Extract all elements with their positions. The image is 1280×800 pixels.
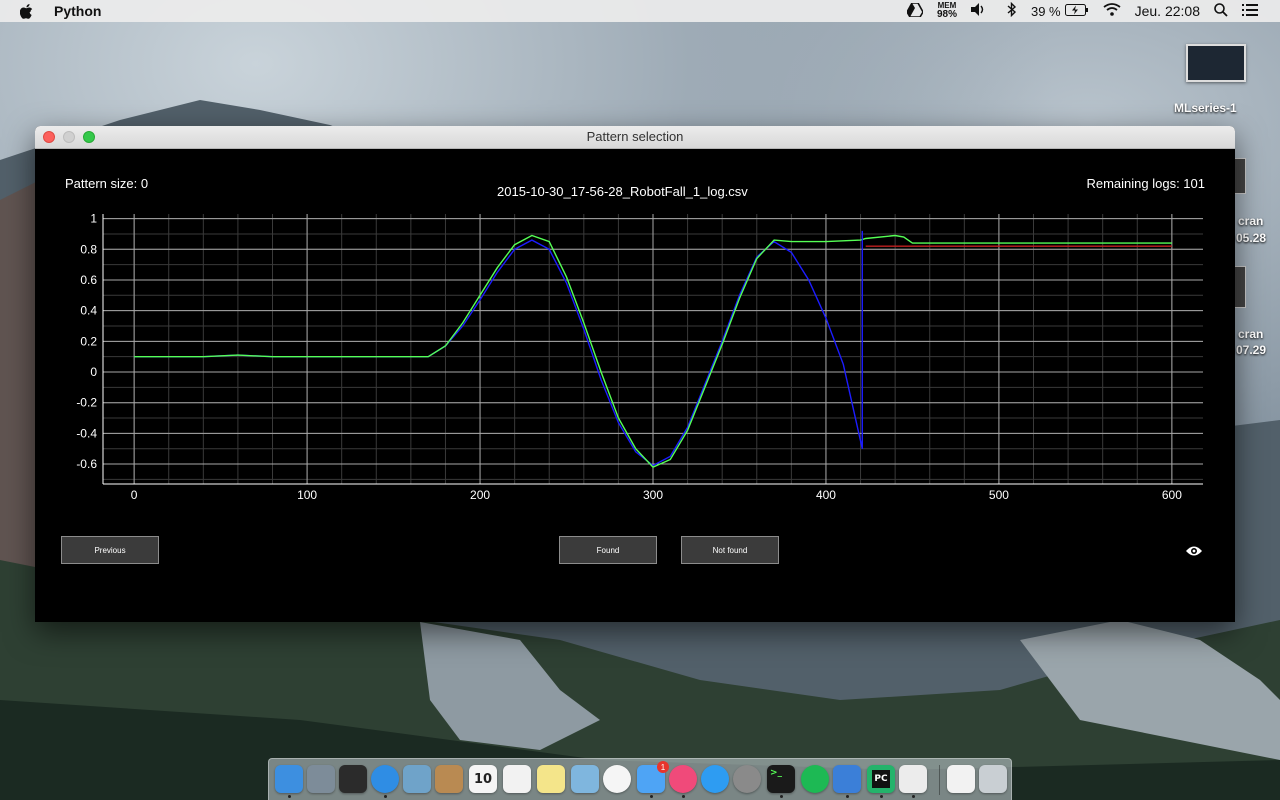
contacts-icon[interactable] — [435, 765, 463, 793]
wifi-icon[interactable] — [1103, 3, 1121, 19]
side-fragment-1: cran — [1238, 214, 1264, 228]
system-preferences-icon[interactable] — [733, 765, 761, 793]
running-indicator — [650, 795, 653, 798]
finder-icon[interactable] — [275, 765, 303, 793]
app-name-menu[interactable]: Python — [54, 3, 101, 19]
x-tick-label: 0 — [131, 488, 138, 502]
x-tick-label: 200 — [470, 488, 490, 502]
app-store-icon[interactable] — [701, 765, 729, 793]
running-indicator — [780, 795, 783, 798]
apple-icon[interactable] — [20, 3, 34, 19]
keynote-icon[interactable] — [833, 765, 861, 793]
calendar-day: 10 — [473, 771, 493, 787]
memory-indicator[interactable]: MEM 98% — [937, 2, 957, 20]
list-icon[interactable] — [1242, 3, 1258, 19]
y-tick-label: 0.2 — [80, 334, 97, 348]
series-line-1 — [134, 239, 863, 467]
safari-icon[interactable] — [371, 765, 399, 793]
battery-percent[interactable]: 39 % — [1031, 4, 1061, 19]
launchpad-icon[interactable] — [307, 765, 335, 793]
y-tick-label: -0.2 — [76, 396, 97, 410]
photos-icon[interactable] — [603, 765, 631, 793]
dock-separator — [939, 765, 940, 795]
dashboard-icon[interactable] — [339, 765, 367, 793]
notification-badge: 1 — [657, 761, 669, 773]
photos-app-icon[interactable] — [571, 765, 599, 793]
x-tick-label: 100 — [297, 488, 317, 502]
menu-bar: Python MEM 98% 39 % Jeu. 22:08 — [0, 0, 1280, 22]
mem-value: 98% — [936, 9, 957, 20]
preview-icon[interactable] — [403, 765, 431, 793]
bluetooth-icon[interactable] — [1007, 1, 1017, 20]
file-label[interactable]: MLseries-1 — [1174, 101, 1237, 115]
y-tick-label: 0.4 — [80, 304, 97, 318]
x-tick-label: 400 — [816, 488, 836, 502]
trash-icon[interactable] — [979, 765, 1007, 793]
clock[interactable]: Jeu. 22:08 — [1135, 3, 1200, 19]
side-fragment-4: 07.29 — [1236, 343, 1267, 357]
reminders-icon[interactable] — [503, 765, 531, 793]
dock: 10 1 >_ PC — [268, 758, 1012, 800]
google-drive-icon[interactable] — [906, 1, 924, 20]
notes-icon[interactable] — [537, 765, 565, 793]
y-tick-label: 1 — [90, 212, 97, 226]
running-indicator — [880, 795, 883, 798]
x-tick-label: 300 — [643, 488, 663, 502]
y-tick-label: 0.6 — [80, 273, 97, 287]
pycharm-icon[interactable]: PC — [867, 765, 895, 793]
found-button[interactable]: Found — [559, 536, 657, 564]
y-tick-label: -0.4 — [76, 426, 97, 440]
not-found-button[interactable]: Not found — [681, 536, 779, 564]
running-indicator — [912, 795, 915, 798]
x-tick-label: 500 — [989, 488, 1009, 502]
calendar-icon[interactable]: 10 — [469, 765, 497, 793]
running-indicator — [288, 795, 291, 798]
side-thumbnail-1[interactable] — [1234, 158, 1246, 194]
side-fragment-2: 05.28 — [1236, 231, 1267, 245]
battery-icon[interactable] — [1064, 3, 1089, 19]
running-indicator — [682, 795, 685, 798]
files-icon[interactable] — [947, 765, 975, 793]
eye-icon[interactable] — [1186, 544, 1202, 556]
y-tick-label: 0.8 — [80, 242, 97, 256]
side-fragment-3: cran — [1238, 327, 1264, 341]
pattern-selection-window: Pattern selection Pattern size: 0 2015-1… — [35, 126, 1235, 622]
volume-icon[interactable] — [970, 3, 987, 19]
messages-icon[interactable]: 1 — [637, 761, 669, 793]
terminal-glyph: >_ — [770, 768, 783, 778]
spotify-icon[interactable] — [801, 765, 829, 793]
y-tick-label: -0.6 — [76, 457, 97, 471]
file-thumbnail[interactable] — [1186, 44, 1246, 82]
side-thumbnail-2[interactable] — [1234, 266, 1246, 308]
inkscape-icon[interactable] — [899, 765, 927, 793]
running-indicator — [384, 795, 387, 798]
pycharm-glyph: PC — [872, 770, 890, 788]
x-tick-label: 600 — [1162, 488, 1182, 502]
running-indicator — [846, 795, 849, 798]
terminal-icon[interactable]: >_ — [767, 765, 795, 793]
previous-button[interactable]: Previous — [61, 536, 159, 564]
itunes-icon[interactable] — [669, 765, 697, 793]
y-tick-label: 0 — [90, 365, 97, 379]
search-icon[interactable] — [1214, 2, 1228, 20]
